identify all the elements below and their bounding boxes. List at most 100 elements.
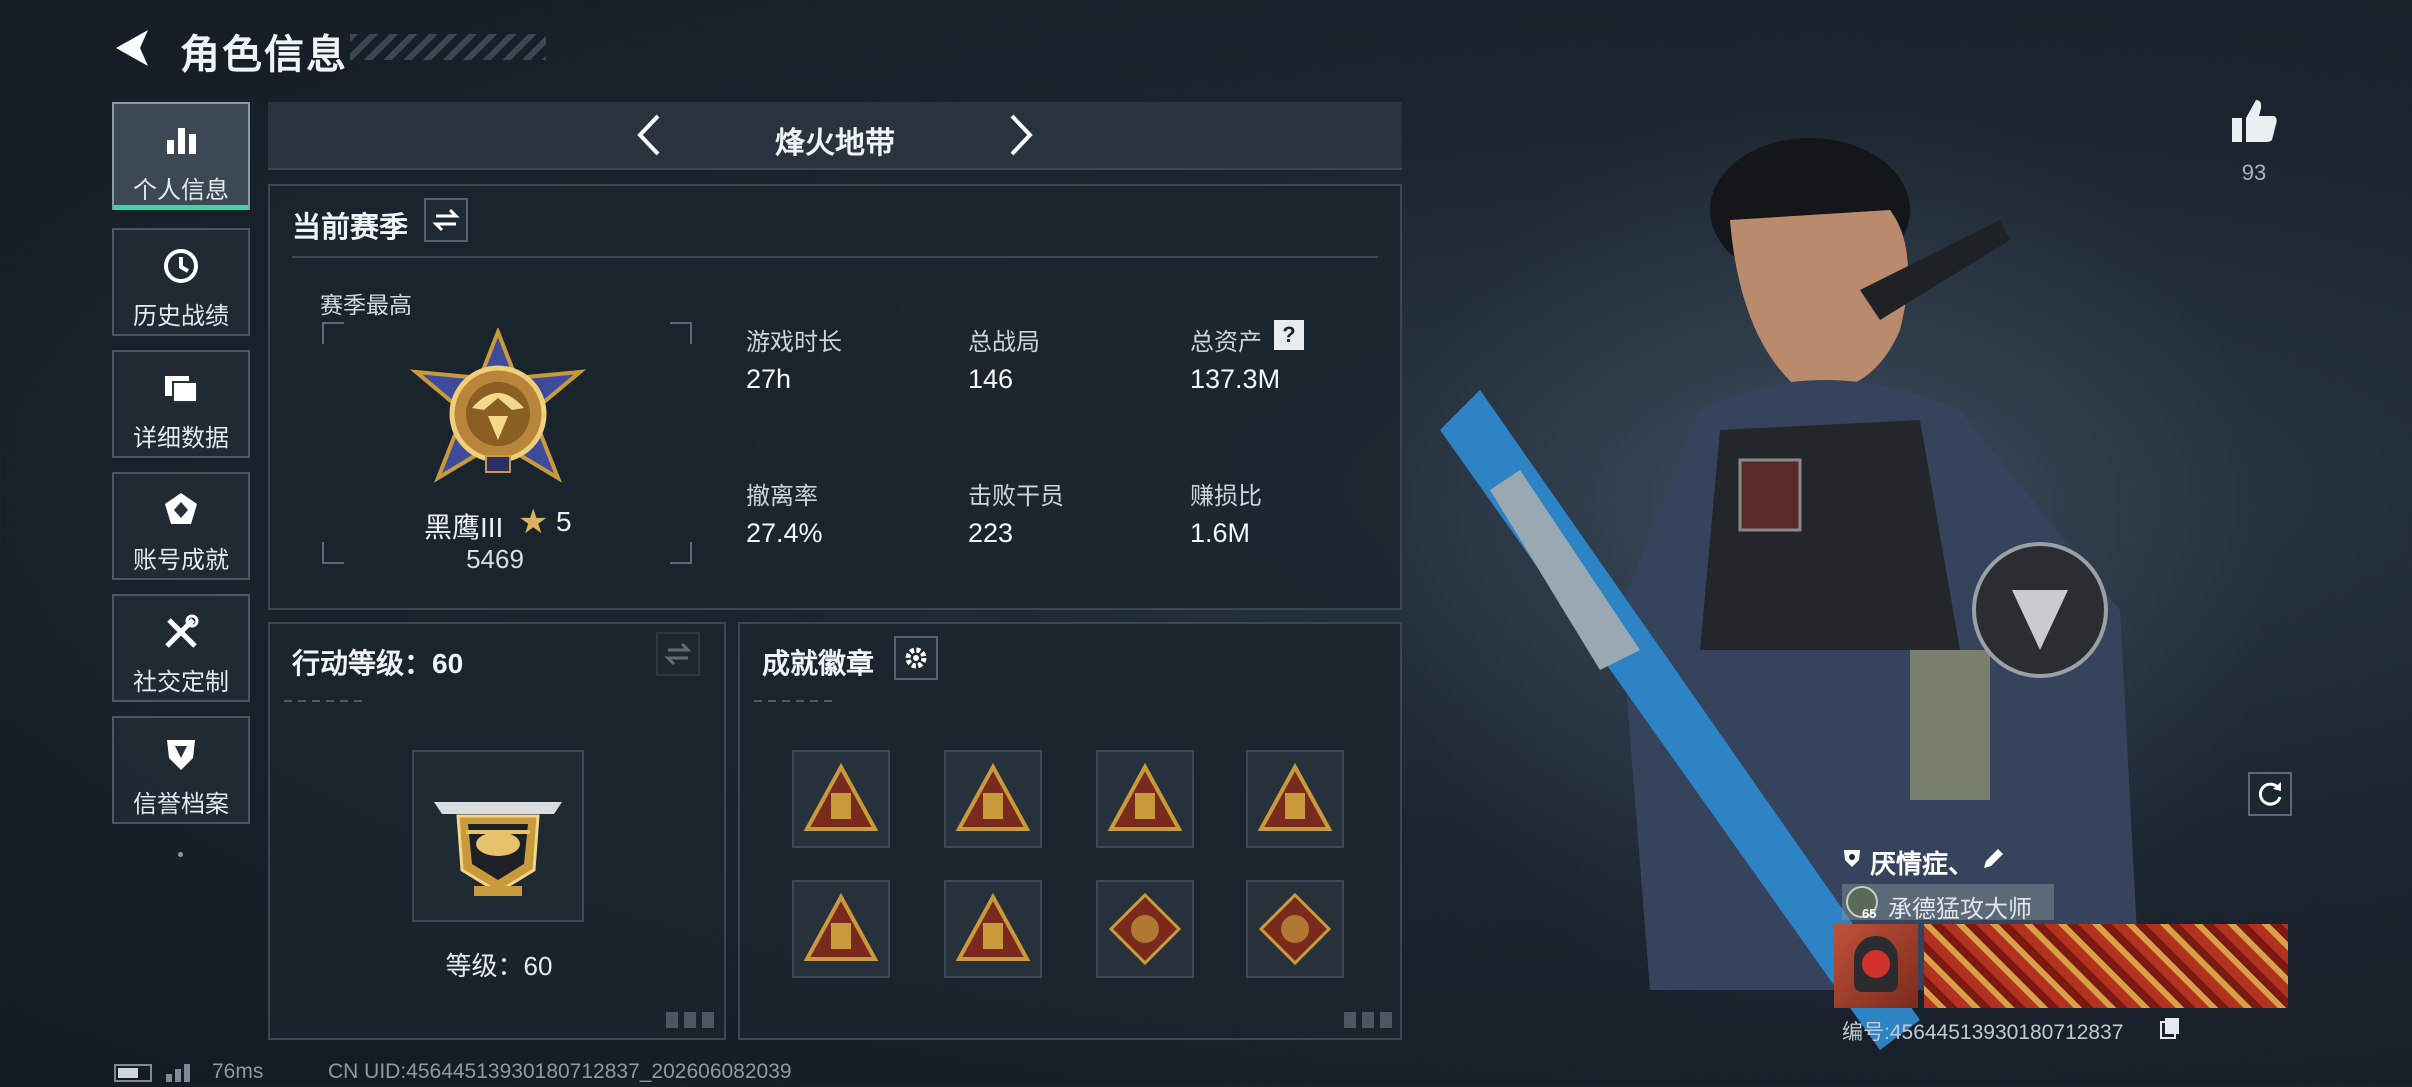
action-level-panel: 行动等级：60 等级：60 — [268, 622, 726, 1040]
mode-selector: 烽火地带 — [268, 102, 1402, 170]
edit-name-button[interactable] — [1980, 846, 2006, 872]
refresh-icon — [2258, 782, 2282, 806]
battery-icon — [114, 1064, 152, 1082]
badge-diamond-icon — [1258, 892, 1332, 966]
badge-triangle-icon — [955, 892, 1031, 961]
sidebar-item-detailed-data[interactable]: 详细数据 — [112, 350, 250, 458]
badge-triangle-icon — [1107, 762, 1183, 831]
help-icon[interactable]: ? — [1274, 320, 1304, 350]
sidebar-item-label: 历史战绩 — [133, 303, 229, 330]
title-level: 65 — [1862, 906, 1877, 921]
uid-text: CN UID:4564451393018071283​7_20260608203… — [328, 1060, 792, 1083]
achievements-settings-button[interactable] — [894, 636, 938, 680]
achievement-badge[interactable] — [1246, 750, 1344, 848]
season-panel-title: 当前赛季 — [292, 212, 409, 244]
ping-text: 76ms — [212, 1060, 264, 1083]
sidebar-item-label: 社交定制 — [133, 669, 229, 696]
pencil-icon — [1984, 849, 2003, 868]
badge-diamond-icon — [1108, 892, 1182, 966]
next-mode-button[interactable] — [1000, 110, 1040, 160]
stat-value: 223 — [968, 518, 1014, 548]
divider — [754, 700, 834, 702]
action-level-text: 等级：60 — [445, 951, 553, 981]
title-stripes — [350, 34, 546, 60]
badge-triangle-icon — [1257, 762, 1333, 831]
rank-name: 黑鹰III — [424, 512, 504, 543]
achievements-title: 成就徽章 — [762, 648, 875, 679]
stat-value: 27h — [746, 364, 792, 394]
stat-value: 146 — [968, 364, 1014, 394]
chevron-right-icon — [1010, 114, 1033, 156]
name-card-banner — [1924, 924, 2288, 1008]
achievements-panel: 成就徽章 — [738, 622, 1402, 1040]
back-button[interactable] — [112, 26, 156, 70]
copy-icon — [2160, 1018, 2179, 1039]
stat-value: 27.4% — [746, 518, 823, 548]
stat-label: 赚损比 — [1190, 483, 1262, 510]
current-season-panel: 当前赛季 赛季最高 黑鹰III ★ 5 5469 游戏时长 27h 总战局 14… — [268, 184, 1402, 610]
avatar[interactable] — [1834, 924, 1918, 1008]
sidebar-item-label: 账号成就 — [133, 547, 229, 574]
player-id: 编号:4564451393018071283​7 — [1842, 1021, 2124, 1044]
achievement-badge[interactable] — [792, 880, 890, 978]
helicopter-badge-icon — [434, 802, 562, 896]
achievement-badge[interactable] — [1096, 750, 1194, 848]
frame-corner — [670, 542, 692, 564]
stat-value: 137.3M — [1190, 364, 1281, 394]
rotate-view-button[interactable] — [2248, 772, 2292, 816]
like-button[interactable] — [2228, 96, 2280, 146]
stat-label: 游戏时长 — [746, 329, 842, 356]
badge-triangle-icon — [803, 762, 879, 831]
bar-chart-icon — [159, 120, 203, 164]
season-switch-button[interactable] — [424, 198, 468, 242]
stat-label: 总资产 — [1190, 329, 1262, 356]
shield-icon — [159, 734, 203, 778]
action-level-title: 行动等级：60 — [292, 648, 464, 679]
thumbs-up-icon — [2232, 100, 2277, 142]
mode-title: 烽火地带 — [775, 127, 895, 160]
copy-id-button[interactable] — [2158, 1016, 2182, 1040]
stat-label: 击败干员 — [968, 483, 1064, 510]
player-name: 厌情症、 — [1870, 849, 1975, 879]
achievement-badge[interactable] — [1246, 880, 1344, 978]
sidebar-item-label: 详细数据 — [133, 425, 229, 452]
player-title-bar: 65 承德猛攻大师 — [1842, 884, 2054, 923]
frame-corner — [322, 322, 344, 344]
achievement-badge[interactable] — [792, 750, 890, 848]
sidebar-item-credit-record[interactable]: 信誉档案 — [112, 716, 250, 824]
action-level-switch-button[interactable] — [656, 632, 700, 676]
sidebar-item-social-custom[interactable]: 社交定制 — [112, 594, 250, 702]
credit-icon — [1840, 846, 1864, 870]
season-best-label: 赛季最高 — [320, 292, 412, 318]
swap-icon — [432, 208, 460, 232]
sidebar-item-personal-info[interactable]: 个人信息 — [112, 102, 250, 210]
achievement-badge[interactable] — [944, 750, 1042, 848]
history-icon — [159, 246, 203, 290]
profile-card: 厌情症、 65 承德猛攻大师 编号:4564451393018071283​7 — [1832, 844, 2292, 1054]
sidebar-item-achievements[interactable]: 账号成就 — [112, 472, 250, 580]
achievement-icon — [159, 490, 203, 534]
title-text: 承德猛攻大师 — [1888, 896, 2032, 923]
folder-icon — [159, 368, 203, 412]
back-arrow-icon — [116, 30, 148, 66]
divider — [284, 700, 364, 702]
rank-points: 5469 — [466, 544, 524, 574]
like-count: 93 — [2241, 160, 2267, 185]
achievement-badge[interactable] — [1096, 880, 1194, 978]
badge-triangle-icon — [955, 762, 1031, 831]
sidebar-item-label: 信誉档案 — [133, 791, 229, 818]
sidebar-more-dot — [178, 852, 183, 857]
rank-stars: 5 — [556, 506, 572, 537]
avatar-face — [1862, 950, 1890, 978]
panel-corner-marks — [1344, 1012, 1394, 1028]
rank-emblem-icon — [409, 328, 587, 483]
sidebar-item-history[interactable]: 历史战绩 — [112, 228, 250, 336]
stat-label: 撤离率 — [746, 483, 818, 510]
rank-star-icon: ★ — [518, 503, 549, 541]
achievement-badge[interactable] — [944, 880, 1042, 978]
signal-icon — [164, 1060, 198, 1082]
tools-icon — [159, 612, 203, 656]
gear-icon — [905, 647, 927, 669]
stat-value: 1.6M — [1190, 518, 1251, 548]
sidebar-item-label: 个人信息 — [133, 177, 229, 204]
